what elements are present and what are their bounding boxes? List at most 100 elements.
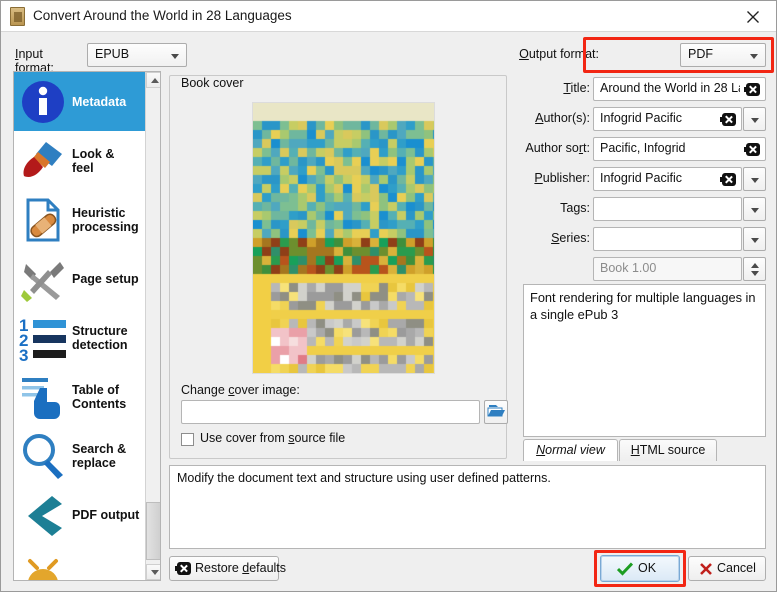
tab-html-source[interactable]: HTML source: [619, 439, 717, 461]
author-sort-row: Author sort: Pacific, Infogrid: [521, 137, 766, 162]
clear-icon[interactable]: [720, 113, 736, 126]
wrench-screwdriver-icon: [18, 254, 72, 304]
title-label: Title:: [563, 81, 590, 95]
restore-defaults-button[interactable]: Restore defaults: [169, 556, 286, 581]
sidebar-item-label: Look & feel: [72, 146, 115, 175]
sidebar-item-table-of-contents[interactable]: Table of Contents: [14, 367, 145, 426]
ok-button[interactable]: OK: [600, 555, 680, 582]
publisher-label: Publisher:: [534, 171, 590, 185]
author-sort-value: Pacific, Infogrid: [600, 141, 686, 155]
authors-value: Infogrid Pacific: [600, 111, 682, 125]
sidebar-item-label: Structure detection: [72, 323, 128, 352]
series-label: Series:: [551, 231, 590, 245]
chevron-left-icon: [18, 490, 72, 540]
sidebar-item-debug[interactable]: [14, 544, 145, 580]
output-format-row: Output format: PDF: [519, 43, 766, 68]
comments-box[interactable]: Font rendering for multiple languages in…: [523, 284, 766, 437]
chevron-down-icon: [750, 118, 759, 123]
use-source-cover-checkbox[interactable]: [181, 433, 194, 446]
publisher-row: Publisher: Infogrid Pacific: [521, 167, 766, 192]
input-format-combo[interactable]: EPUB: [87, 43, 187, 67]
clear-icon[interactable]: [744, 143, 760, 156]
cancel-label: Cancel: [717, 561, 756, 575]
svg-text:3: 3: [19, 346, 28, 363]
magnifier-icon: [18, 431, 72, 481]
close-icon[interactable]: [730, 1, 776, 31]
sidebar-item-structure-detection[interactable]: 1 2 3 Structure detection: [14, 308, 145, 367]
publisher-value: Infogrid Pacific: [600, 171, 682, 185]
book-cover-image: [252, 102, 435, 374]
series-row: Series:: [521, 227, 766, 252]
tags-dropdown[interactable]: [743, 197, 766, 221]
title-row: Title: Around the World in 28 Lan: [521, 77, 766, 102]
output-format-label: Output format:: [519, 47, 599, 61]
chevron-down-icon: [750, 208, 759, 213]
scroll-up-icon[interactable]: [146, 72, 160, 88]
clear-icon[interactable]: [720, 173, 736, 186]
numbered-list-icon: 123: [18, 313, 72, 365]
help-box: Modify the document text and structure u…: [169, 465, 766, 549]
convert-dialog: Convert Around the World in 28 Languages…: [0, 0, 777, 592]
chevron-down-icon: [750, 178, 759, 183]
sidebar-item-label: Heuristic processing: [72, 205, 139, 234]
info-circle-icon: [18, 77, 72, 127]
output-format-value: PDF: [688, 47, 713, 61]
book-cover-group-label: Book cover: [177, 76, 248, 90]
author-sort-field[interactable]: Pacific, Infogrid: [593, 137, 766, 161]
tags-row: Tags:: [521, 197, 766, 222]
sidebar-item-pdf-output[interactable]: PDF output: [14, 485, 145, 544]
title-bar: Convert Around the World in 28 Languages: [1, 1, 776, 32]
use-source-cover-label[interactable]: Use cover from source file: [200, 431, 345, 445]
hand-pointing-list-icon: [18, 372, 72, 422]
series-dropdown[interactable]: [743, 227, 766, 251]
sidebar-item-metadata[interactable]: Metadata: [14, 72, 145, 131]
document-bandage-icon: [18, 195, 72, 245]
paintbrush-icon: [18, 136, 72, 186]
spinner-up-icon: [751, 263, 759, 268]
bug-icon: [18, 549, 72, 580]
authors-row: Author(s): Infogrid Pacific: [521, 107, 766, 132]
authors-dropdown[interactable]: [743, 107, 766, 131]
author-sort-label: Author sort:: [525, 141, 590, 155]
publisher-dropdown[interactable]: [743, 167, 766, 191]
sidebar-item-label: PDF output: [72, 507, 140, 522]
chevron-down-icon: [171, 54, 179, 59]
title-value: Around the World in 28 Lan: [600, 81, 740, 95]
window-title: Convert Around the World in 28 Languages: [33, 8, 292, 23]
tab-normal-view[interactable]: Normal view: [523, 439, 618, 461]
publisher-field[interactable]: Infogrid Pacific: [593, 167, 742, 191]
input-format-value: EPUB: [95, 47, 130, 61]
series-index-field[interactable]: Book 1.00: [593, 257, 742, 281]
sidebar-list: Metadata Look & feel Heuristic processing Pag…: [14, 72, 145, 580]
open-folder-icon[interactable]: [484, 400, 508, 424]
sidebar-item-look-feel[interactable]: Look & feel: [14, 131, 145, 190]
sidebar-item-page-setup[interactable]: Page setup: [14, 249, 145, 308]
sidebar-item-heuristic-processing[interactable]: Heuristic processing: [14, 190, 145, 249]
tags-label: Tags:: [560, 201, 590, 215]
title-field[interactable]: Around the World in 28 Lan: [593, 77, 766, 101]
clear-icon[interactable]: [744, 83, 760, 96]
tags-field[interactable]: [593, 197, 742, 221]
scrollbar-thumb[interactable]: [146, 502, 160, 560]
cancel-button[interactable]: Cancel: [688, 556, 766, 581]
change-cover-label: Change cover image:: [181, 383, 300, 397]
output-format-combo[interactable]: PDF: [680, 43, 766, 67]
book-icon: [10, 7, 25, 26]
chevron-down-icon: [750, 238, 759, 243]
spinner-down-icon: [751, 271, 759, 276]
ok-label: OK: [638, 561, 657, 575]
sidebar-scrollbar[interactable]: [145, 72, 160, 580]
sidebar-item-label: Search & replace: [72, 441, 127, 470]
series-field[interactable]: [593, 227, 742, 251]
series-index-spinner[interactable]: [743, 257, 766, 281]
scroll-down-icon[interactable]: [146, 564, 160, 580]
authors-field[interactable]: Infogrid Pacific: [593, 107, 742, 131]
sidebar-item-search-replace[interactable]: Search & replace: [14, 426, 145, 485]
restore-defaults-label: Restore defaults: [195, 561, 287, 575]
comments-text: Font rendering for multiple languages in…: [530, 290, 756, 322]
settings-sidebar[interactable]: Metadata Look & feel Heuristic processing Pag…: [13, 71, 161, 581]
change-cover-input[interactable]: [181, 400, 480, 424]
sidebar-item-label: Table of Contents: [72, 382, 127, 411]
check-icon: [617, 562, 633, 576]
x-icon: [700, 563, 712, 575]
